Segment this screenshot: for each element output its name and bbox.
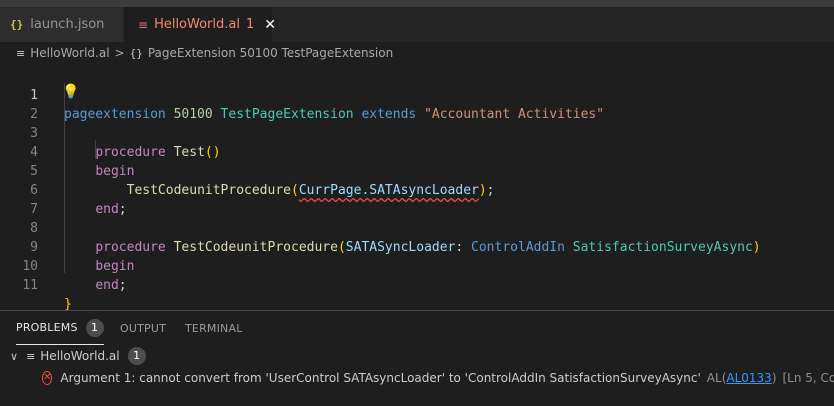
problems-group-row[interactable]: ∨ ≡ HelloWorld.al 1 (0, 345, 834, 367)
tab-helloworld-al[interactable]: ≡ HelloWorld.al 1 ✕ (124, 7, 272, 42)
code-line-4: 4 begin (0, 124, 834, 143)
problem-source: AL(AL0133) (707, 371, 777, 385)
problem-item[interactable]: ✕ Argument 1: cannot convert from 'UserC… (0, 367, 834, 389)
line-number: 11 (0, 276, 38, 295)
problem-source-label: AL (707, 371, 722, 385)
code-line-3: 3 procedure Test() (0, 105, 834, 124)
code-line-6: 6 end; (0, 162, 834, 181)
tab-terminal[interactable]: TERMINAL (185, 311, 243, 345)
tab-label: OUTPUT (120, 322, 166, 335)
problem-message: Argument 1: cannot convert from 'UserCon… (60, 371, 700, 385)
tab-label: PROBLEMS (16, 321, 78, 334)
tab-label: HelloWorld.al (154, 17, 240, 32)
tab-problem-count: 1 (246, 17, 254, 32)
tab-problems[interactable]: PROBLEMS 1 (16, 311, 104, 345)
breadcrumb: ≡ HelloWorld.al > {} PageExtension 50100… (0, 42, 834, 64)
al-file-icon: ≡ (26, 350, 35, 363)
breadcrumb-file[interactable]: HelloWorld.al (30, 46, 109, 60)
problem-position: [Ln 5, Col 31] (783, 371, 834, 385)
problem-code-link[interactable]: AL0133 (726, 371, 771, 385)
tab-label: TERMINAL (185, 322, 243, 335)
breadcrumb-symbol[interactable]: PageExtension 50100 TestPageExtension (148, 46, 393, 60)
chevron-down-icon[interactable]: ∨ (10, 350, 18, 363)
code-editor[interactable]: 1 pageextension 50100 TestPageExtension … (0, 64, 834, 310)
title-bar-strip (0, 0, 834, 7)
code-line-8: 8 procedure TestCodeunitProcedure(SATASy… (0, 200, 834, 219)
code-line-5: 5 TestCodeunitProcedure(CurrPage.SATAsyn… (0, 143, 834, 162)
problems-panel: PROBLEMS 1 OUTPUT TERMINAL ∨ ≡ HelloWorl… (0, 310, 834, 406)
chevron-right-icon: > (115, 46, 125, 60)
code-line-1: 1 pageextension 50100 TestPageExtension … (0, 67, 834, 86)
group-count-badge: 1 (128, 347, 146, 365)
problems-group-file: HelloWorld.al (40, 349, 119, 363)
al-file-icon: ≡ (138, 18, 148, 32)
problems-count-badge: 1 (86, 319, 104, 337)
code-line-7: 7 (0, 181, 834, 200)
code-line-11: 11 } (0, 257, 834, 276)
close-icon[interactable]: ✕ (264, 17, 276, 33)
token-punctuation: ; (119, 278, 127, 293)
tab-launch-json[interactable]: {} launch.json (0, 7, 124, 42)
error-icon: ✕ (42, 371, 52, 385)
code-line-9: 9 begin (0, 219, 834, 238)
tab-output[interactable]: OUTPUT (120, 311, 166, 345)
tab-label: launch.json (30, 17, 104, 32)
panel-tab-bar: PROBLEMS 1 OUTPUT TERMINAL (0, 311, 834, 345)
lightbulb-icon[interactable]: 💡 (62, 84, 79, 100)
code-line-10: 10 end; (0, 238, 834, 257)
token-keyword: end (95, 278, 118, 293)
paren: ) (772, 371, 777, 385)
editor-tab-bar: {} launch.json ≡ HelloWorld.al 1 ✕ (0, 7, 834, 42)
json-file-icon: {} (10, 18, 23, 31)
code-line-2: 2 (0, 86, 834, 105)
al-file-icon: ≡ (16, 47, 25, 60)
symbol-namespace-icon: {} (130, 47, 143, 60)
